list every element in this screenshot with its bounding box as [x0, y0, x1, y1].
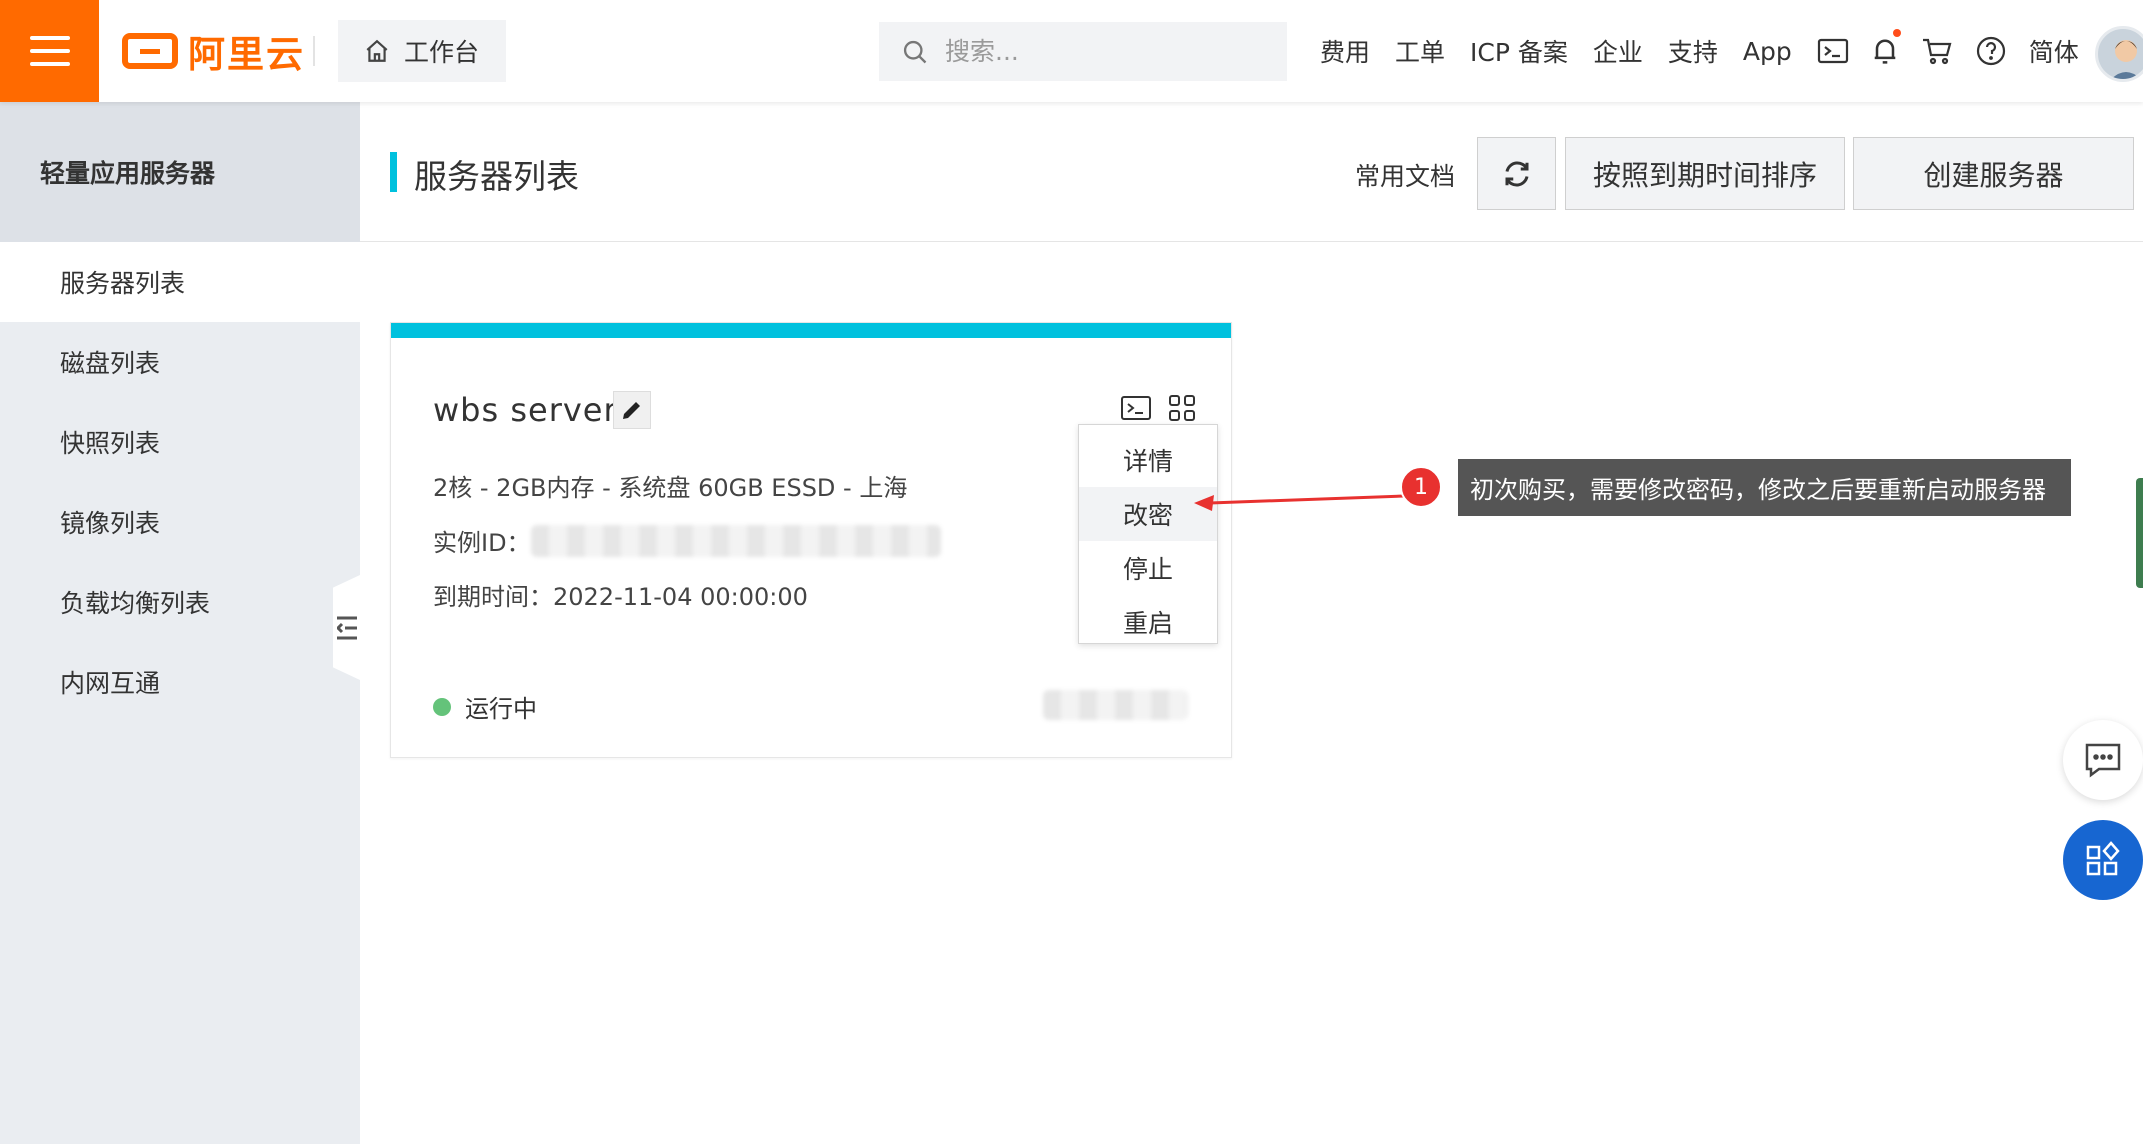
- sidebar-collapse-toggle[interactable]: [333, 575, 360, 680]
- workbench-button[interactable]: 工作台: [338, 20, 506, 82]
- search-input[interactable]: [945, 37, 1265, 66]
- instance-id-redacted: [530, 524, 941, 557]
- brand-name: 阿里云: [188, 33, 305, 76]
- more-actions-grid-icon[interactable]: [1165, 391, 1199, 425]
- top-navigation-bar: 阿里云 工作台 费用 工单 ICP 备案 企业 支持 App: [0, 0, 2143, 102]
- create-server-button[interactable]: 创建服务器: [1853, 137, 2134, 210]
- cart-icon[interactable]: [1921, 36, 1953, 66]
- annotation-arrow: [1194, 494, 1405, 511]
- edit-name-button[interactable]: [613, 391, 651, 429]
- status-dot: [433, 697, 451, 716]
- nav-enterprise[interactable]: 企业: [1593, 33, 1643, 69]
- hamburger-line: [29, 62, 70, 66]
- server-name: wbs server: [433, 391, 618, 429]
- top-nav-links: 费用 工单 ICP 备案 企业 支持 App 简体: [1320, 0, 2104, 102]
- ip-address-redacted: [1043, 690, 1188, 720]
- common-docs-link[interactable]: 常用文档: [1355, 157, 1455, 193]
- instance-id-row: 实例ID：: [433, 523, 941, 558]
- sidebar-item-snapshot-list[interactable]: 快照列表: [0, 402, 360, 482]
- notification-bell-icon[interactable]: [1871, 29, 1901, 67]
- sidebar-item-server-list[interactable]: 服务器列表: [0, 242, 360, 322]
- aliyun-logo-icon: [122, 33, 178, 69]
- status-label: 运行中: [465, 695, 537, 723]
- sidebar-item-load-balancer-list[interactable]: 负载均衡列表: [0, 562, 360, 642]
- logo-divider: [313, 36, 315, 66]
- user-avatar[interactable]: [2095, 26, 2143, 82]
- annotation-tooltip: 初次购买，需要修改密码，修改之后要重新启动服务器: [1458, 459, 2071, 516]
- page-title: 服务器列表: [414, 157, 579, 196]
- sidebar-item-disk-list[interactable]: 磁盘列表: [0, 322, 360, 402]
- terminal-icon[interactable]: [1817, 37, 1849, 65]
- notification-dot: [1892, 29, 1901, 37]
- sort-by-expiry-button[interactable]: 按照到期时间排序: [1565, 137, 1845, 210]
- sidebar-item-intranet[interactable]: 内网互通: [0, 642, 360, 722]
- chat-icon: [2085, 743, 2121, 778]
- apps-grid-icon: [2086, 841, 2120, 876]
- language-switch[interactable]: 简体: [2029, 33, 2079, 69]
- workbench-label: 工作台: [404, 38, 480, 67]
- help-icon[interactable]: [1975, 35, 2007, 67]
- remote-terminal-icon[interactable]: [1119, 391, 1153, 425]
- nav-support[interactable]: 支持: [1668, 33, 1718, 69]
- menu-item-stop[interactable]: 停止: [1079, 541, 1217, 595]
- server-spec: 2核 - 2GB内存 - 系统盘 60GB ESSD - 上海: [433, 474, 908, 502]
- aliyun-logo[interactable]: 阿里云: [122, 28, 305, 76]
- chat-button[interactable]: [2063, 720, 2143, 800]
- hamburger-line: [29, 49, 70, 53]
- page-header: 服务器列表 常用文档 按照到期时间排序 创建服务器: [360, 102, 2143, 242]
- instance-id-label: 实例ID：: [433, 529, 531, 557]
- menu-item-restart[interactable]: 重启: [1079, 595, 1217, 649]
- refresh-icon: [1505, 161, 1528, 186]
- hamburger-menu-button[interactable]: [0, 0, 99, 102]
- sidebar: 轻量应用服务器 服务器列表 磁盘列表 快照列表 镜像列表 负载均衡列表 内网互通: [0, 102, 360, 1144]
- card-accent-bar: [391, 323, 1231, 338]
- edge-tab[interactable]: [2136, 478, 2143, 588]
- nav-icp[interactable]: ICP 备案: [1470, 33, 1568, 69]
- home-icon: [366, 39, 388, 62]
- collapse-icon: [336, 616, 357, 639]
- hamburger-line: [29, 36, 70, 40]
- sidebar-item-image-list[interactable]: 镜像列表: [0, 482, 360, 562]
- menu-item-details[interactable]: 详情: [1079, 433, 1217, 487]
- nav-billing[interactable]: 费用: [1320, 33, 1370, 69]
- apps-button[interactable]: [2063, 820, 2143, 900]
- nav-tickets[interactable]: 工单: [1395, 33, 1445, 69]
- server-status: 运行中: [433, 689, 537, 724]
- search-box[interactable]: [879, 22, 1287, 81]
- expire-time: 到期时间：2022-11-04 00:00:00: [433, 583, 808, 611]
- pencil-icon: [623, 402, 640, 419]
- nav-app[interactable]: App: [1743, 37, 1792, 66]
- title-accent-bar: [390, 152, 397, 192]
- annotation-step-badge: 1: [1400, 466, 1442, 508]
- search-icon: [903, 40, 927, 63]
- sidebar-title: 轻量应用服务器: [0, 102, 360, 242]
- actions-dropdown-menu: 详情 改密 停止 重启: [1078, 424, 1218, 644]
- refresh-button[interactable]: [1477, 137, 1556, 210]
